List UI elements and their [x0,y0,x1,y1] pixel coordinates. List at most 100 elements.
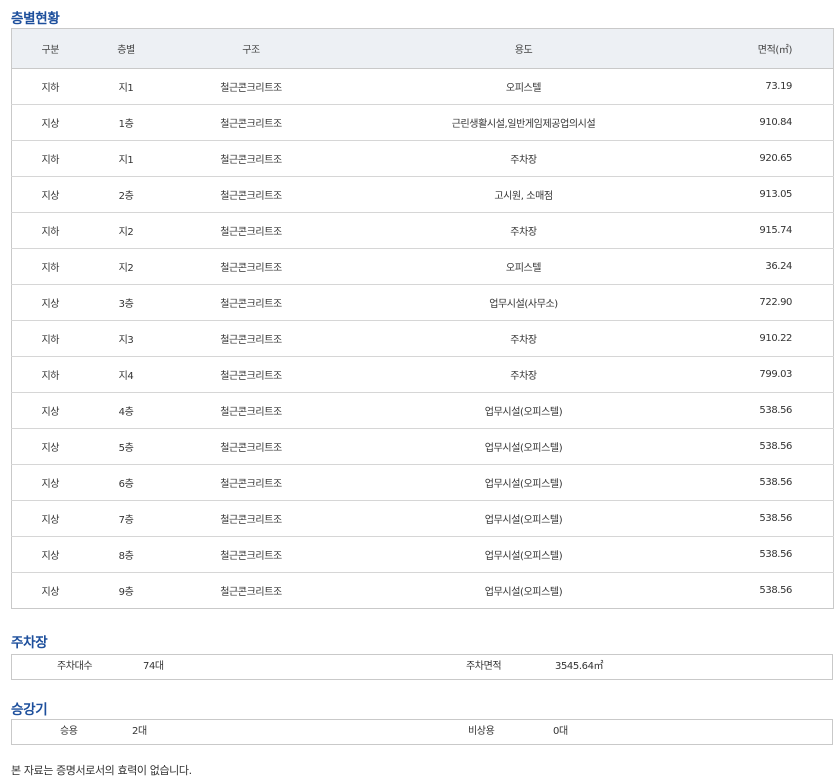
division-cell: 지하 [11,356,89,393]
parking-count-label: 주차대수 [57,661,93,672]
division-cell: 지상 [11,176,89,213]
usage-cell: 근린생활시설,일반게임제공업의시설 [338,104,709,141]
parking-area-label: 주차면적 [466,661,502,672]
table-row: 지하 지1 철근콘크리트조 주차장 920.65 [11,140,834,177]
area-cell: 538.56 [708,500,834,537]
column-header-division: 구분 [11,28,89,69]
division-cell: 지상 [11,464,89,501]
floor-cell: 2층 [88,176,164,213]
structure-cell: 철근콘크리트조 [163,248,339,285]
floor-cell: 지2 [88,212,164,249]
area-cell: 910.84 [708,104,834,141]
usage-cell: 업무시설(오피스텔) [484,587,563,598]
usage-cell: 주차장 [338,320,709,357]
elevator-title: 승강기 [11,702,48,718]
elevator-emergency-label: 비상용 [468,726,495,737]
usage-cell: 오피스텔 [338,68,709,105]
table-row: 지상 8층 철근콘크리트조 업무시설(오피스텔) 538.56 [11,536,834,573]
structure-cell: 철근콘크리트조 [163,68,339,105]
table-row: 지상 9층 철근콘크리트조 업무시설(오피스텔) 538.56 [12,573,834,609]
division-cell: 지상 [11,284,89,321]
usage-cell: 고시원, 소매점 [338,176,709,213]
area-cell: 722.90 [708,284,834,321]
column-header-floor: 층별 [88,28,164,69]
usage-cell: 오피스텔 [338,248,709,285]
floor-cell: 8층 [88,536,164,573]
table-row: 지하 지2 철근콘크리트조 오피스텔 36.24 [11,248,834,285]
table-row: 지상 6층 철근콘크리트조 업무시설(오피스텔) 538.56 [11,464,834,501]
division-cell: 지하 [11,212,89,249]
structure-cell: 철근콘크리트조 [163,284,339,321]
floor-cell: 5층 [88,428,164,465]
table-row: 지하 지2 철근콘크리트조 주차장 915.74 [11,212,834,249]
structure-cell: 철근콘크리트조 [163,464,339,501]
floor-status-title: 층별현황 [11,11,60,27]
parking-title: 주차장 [11,635,48,651]
usage-cell: 업무시설(오피스텔) [338,500,709,537]
area-cell: 915.74 [708,212,834,249]
structure-cell: 철근콘크리트조 [163,536,339,573]
area-cell: 73.19 [708,68,834,105]
table-row: 지상 7층 철근콘크리트조 업무시설(오피스텔) 538.56 [11,500,834,537]
elevator-passenger-label: 승용 [60,726,78,737]
floor-cell: 1층 [88,104,164,141]
division-cell: 지하 [11,140,89,177]
area-cell: 913.05 [708,176,834,213]
floor-status-table: 구분 층별 구조 용도 면적(㎡) 지하 지1 철근콘크리트조 오피스텔 73.19 지상… [11,28,834,609]
usage-cell: 주차장 [338,140,709,177]
division-cell: 지상 [11,536,89,573]
area-cell: 538.56 [708,464,834,501]
structure-cell: 철근콘크리트조 [163,140,339,177]
division-cell: 지상 [11,500,89,537]
parking-info-row: 주차대수 74대 주차면적 3545.64㎡ [11,654,833,680]
division-cell: 지상 [11,104,89,141]
column-header-usage: 용도 [338,28,709,69]
structure-cell: 철근콘크리트조 [163,392,339,429]
structure-cell: 철근콘크리트조 [163,176,339,213]
table-row: 지하 지1 철근콘크리트조 오피스텔 73.19 [11,68,834,105]
area-cell: 36.24 [708,248,834,285]
table-row: 지상 4층 철근콘크리트조 업무시설(오피스텔) 538.56 [11,392,834,429]
disclaimer-notice: 본 자료는 증명서로서의 효력이 없습니다. [11,764,192,777]
division-cell: 지하 [11,68,89,105]
structure-cell: 철근콘크리트조 [163,428,339,465]
usage-cell: 업무시설(사무소) [338,284,709,321]
floor-cell: 지1 [88,68,164,105]
structure-cell: 철근콘크리트조 [163,500,339,537]
division-cell: 지상 [41,587,60,598]
floor-cell: 6층 [88,464,164,501]
elevator-info-row: 승용 2대 비상용 0대 [11,719,833,745]
floor-cell: 지4 [88,356,164,393]
table-header-row: 구분 층별 구조 용도 면적(㎡) [11,28,834,69]
area-cell: 538.56 [708,428,834,465]
table-row: 지상 5층 철근콘크리트조 업무시설(오피스텔) 538.56 [11,428,834,465]
table-row: 지상 2층 철근콘크리트조 고시원, 소매점 913.05 [11,176,834,213]
area-cell: 538.56 [708,536,834,573]
elevator-emergency-value: 0대 [553,726,568,737]
floor-cell: 지1 [88,140,164,177]
area-cell: 799.03 [708,356,834,393]
division-cell: 지상 [11,392,89,429]
floor-cell: 지2 [88,248,164,285]
structure-cell: 철근콘크리트조 [220,587,282,598]
column-header-area: 면적(㎡) [708,28,834,69]
usage-cell: 업무시설(오피스텔) [338,464,709,501]
floor-cell: 지3 [88,320,164,357]
elevator-passenger-value: 2대 [132,726,147,737]
floor-cell: 4층 [88,392,164,429]
usage-cell: 업무시설(오피스텔) [338,392,709,429]
usage-cell: 주차장 [338,212,709,249]
floor-cell: 7층 [88,500,164,537]
division-cell: 지하 [11,248,89,285]
parking-area-value: 3545.64㎡ [555,661,604,672]
floor-cell: 9층 [118,587,134,598]
usage-cell: 업무시설(오피스텔) [338,536,709,573]
area-cell: 910.22 [708,320,834,357]
floor-cell: 3층 [88,284,164,321]
structure-cell: 철근콘크리트조 [163,356,339,393]
division-cell: 지하 [11,320,89,357]
table-row: 지상 3층 철근콘크리트조 업무시설(사무소) 722.90 [11,284,834,321]
table-row: 지하 지3 철근콘크리트조 주차장 910.22 [11,320,834,357]
structure-cell: 철근콘크리트조 [163,104,339,141]
area-cell: 538.56 [759,585,792,596]
